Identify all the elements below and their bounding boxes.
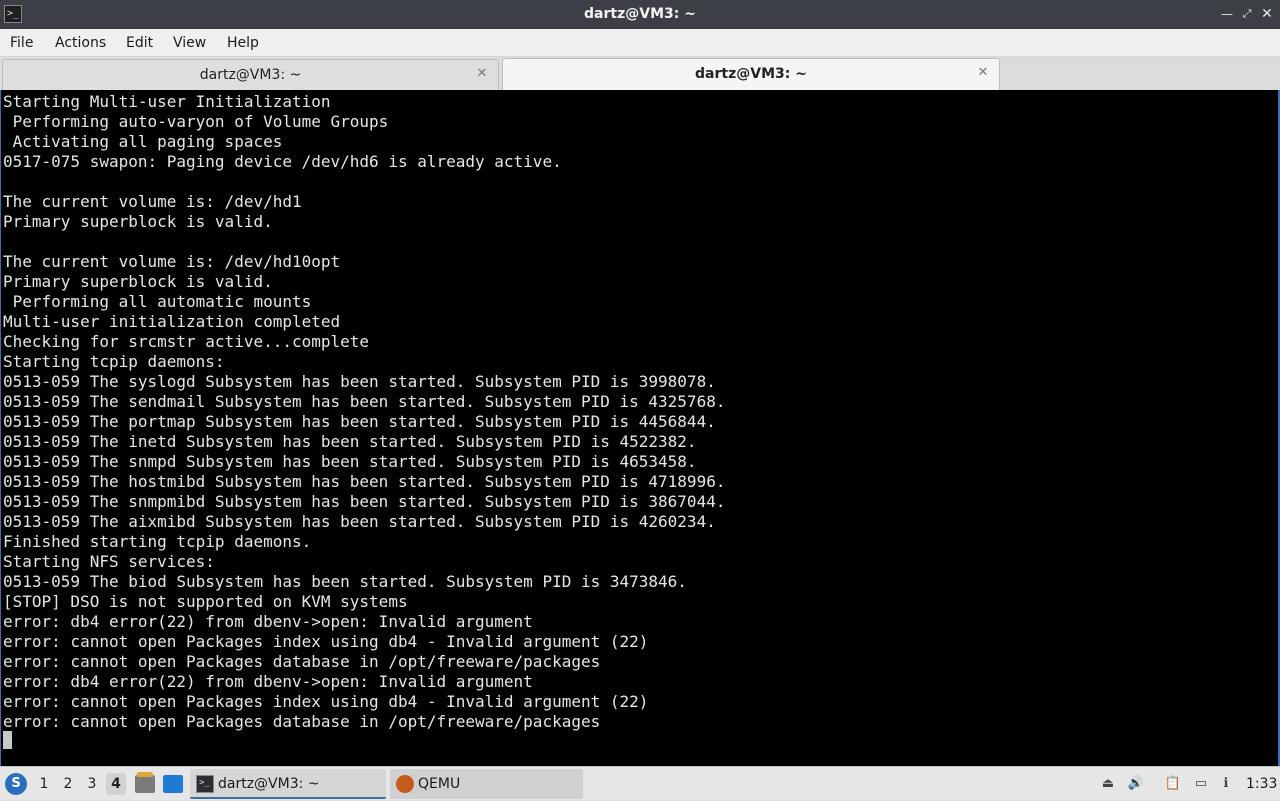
terminal-line: 0513-059 The aixmibd Subsystem has been … <box>3 512 716 531</box>
terminal-line: 0513-059 The portmap Subsystem has been … <box>3 412 716 431</box>
qemu-icon <box>396 775 414 793</box>
terminal-line: 0513-059 The inetd Subsystem has been st… <box>3 432 697 451</box>
tab-bar: dartz@VM3: ~ ✕ dartz@VM3: ~ ✕ <box>0 57 1280 90</box>
terminal-line: Starting tcpip daemons: <box>3 352 225 371</box>
close-window-button[interactable]: ✕ <box>1258 5 1276 23</box>
terminal-output[interactable]: Starting Multi-user Initialization Perfo… <box>0 90 1280 766</box>
workspace-2[interactable]: 2 <box>58 773 78 795</box>
terminal-line: Activating all paging spaces <box>3 132 283 151</box>
network-icon[interactable]: ▭ <box>1192 775 1210 793</box>
menu-view[interactable]: View <box>173 29 206 57</box>
terminal-line: Multi-user initialization completed <box>3 312 341 331</box>
terminal-line: 0513-059 The sendmail Subsystem has been… <box>3 392 726 411</box>
terminal-line: 0513-059 The biod Subsystem has been sta… <box>3 572 687 591</box>
menu-actions[interactable]: Actions <box>55 29 106 57</box>
terminal-line: error: db4 error(22) from dbenv->open: I… <box>3 672 533 691</box>
terminal-line: 0513-059 The syslogd Subsystem has been … <box>3 372 716 391</box>
terminal-lines: Starting Multi-user Initialization Perfo… <box>3 92 1273 732</box>
terminal-line: Performing all automatic mounts <box>3 292 312 311</box>
clipboard-icon[interactable]: 📋 <box>1164 775 1182 793</box>
terminal-line: 0513-059 The hostmibd Subsystem has been… <box>3 472 726 491</box>
minimize-button[interactable]: — <box>1218 5 1236 23</box>
terminal-line: 0513-059 The snmpd Subsystem has been st… <box>3 452 697 471</box>
terminal-line: 0517-075 swapon: Paging device /dev/hd6 … <box>3 152 562 171</box>
terminal-line: Finished starting tcpip daemons. <box>3 532 312 551</box>
workspace-3[interactable]: 3 <box>82 773 102 795</box>
tab-terminal-1[interactable]: dartz@VM3: ~ ✕ <box>2 59 499 90</box>
terminal-line: Primary superblock is valid. <box>3 212 273 231</box>
terminal-line: Primary superblock is valid. <box>3 272 273 291</box>
tab-label: dartz@VM3: ~ <box>695 66 807 82</box>
notification-icon[interactable]: ℹ <box>1217 775 1235 793</box>
show-desktop-icon[interactable] <box>163 775 183 793</box>
terminal-line: error: cannot open Packages database in … <box>3 712 601 731</box>
terminal-line: The current volume is: /dev/hd10opt <box>3 252 341 271</box>
task-label: dartz@VM3: ~ <box>218 776 320 792</box>
terminal-line: error: cannot open Packages database in … <box>3 652 601 671</box>
terminal-line: Performing auto-varyon of Volume Groups <box>3 112 389 131</box>
close-tab-icon[interactable]: ✕ <box>474 66 490 82</box>
text-cursor <box>3 731 12 749</box>
terminal-line: Starting Multi-user Initialization <box>3 92 331 111</box>
terminal-line: [STOP] DSO is not supported on KVM syste… <box>3 592 408 611</box>
task-qemu[interactable]: QEMU <box>390 769 583 799</box>
terminal-line: error: cannot open Packages index using … <box>3 692 649 711</box>
clock[interactable]: 1:33 <box>1246 767 1277 801</box>
terminal-line: Checking for srcmstr active...complete <box>3 332 370 351</box>
tab-label: dartz@VM3: ~ <box>199 67 302 83</box>
window-titlebar[interactable]: >_ dartz@VM3: ~ — ⤢ ✕ <box>0 0 1280 29</box>
tab-terminal-2[interactable]: dartz@VM3: ~ ✕ <box>502 58 1000 90</box>
terminal-line: 0513-059 The snmpmibd Subsystem has been… <box>3 492 726 511</box>
menu-help[interactable]: Help <box>227 29 259 57</box>
menu-edit[interactable]: Edit <box>126 29 153 57</box>
terminal-line: error: cannot open Packages index using … <box>3 632 649 651</box>
window-title: dartz@VM3: ~ <box>584 6 696 22</box>
terminal-line: error: db4 error(22) from dbenv->open: I… <box>3 612 533 631</box>
workspace-1[interactable]: 1 <box>34 773 54 795</box>
taskbar: S 1 2 3 4 >_ dartz@VM3: ~ QEMU ⏏ 🔊 📋 ▭ ℹ… <box>0 766 1280 800</box>
menu-bar: File Actions Edit View Help <box>0 29 1280 57</box>
volume-icon[interactable]: 🔊 <box>1127 775 1145 793</box>
close-tab-icon[interactable]: ✕ <box>975 65 991 81</box>
eject-icon[interactable]: ⏏ <box>1099 775 1117 793</box>
terminal-icon: >_ <box>196 775 214 793</box>
menu-file[interactable]: File <box>10 29 33 57</box>
start-menu-icon[interactable]: S <box>5 773 27 795</box>
task-terminal[interactable]: >_ dartz@VM3: ~ <box>190 769 386 799</box>
file-manager-icon[interactable] <box>135 772 155 793</box>
maximize-button[interactable]: ⤢ <box>1238 5 1256 23</box>
workspace-4[interactable]: 4 <box>106 773 126 795</box>
terminal-line: Starting NFS services: <box>3 552 215 571</box>
task-label: QEMU <box>418 776 461 792</box>
terminal-line: The current volume is: /dev/hd1 <box>3 192 302 211</box>
